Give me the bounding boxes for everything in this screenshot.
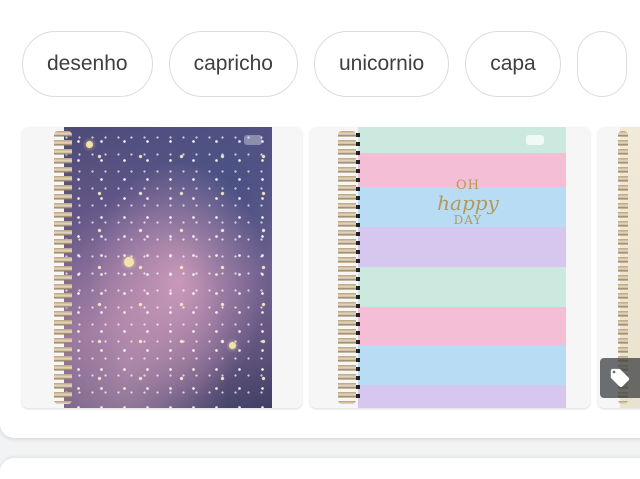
price-tag-icon[interactable] — [600, 358, 640, 398]
chip-capricho[interactable]: capricho — [168, 31, 298, 97]
moon-decoration — [229, 342, 236, 349]
image-results-row: OH happy DAY — [22, 127, 640, 408]
star-pattern — [64, 127, 272, 408]
title-line-2: happy — [437, 190, 499, 215]
page: desenho capricho unicornio capa OH happy — [0, 0, 640, 479]
image-result-galaxy-notebook[interactable] — [22, 127, 302, 408]
spiral-binding — [338, 131, 356, 404]
title-line-3: DAY — [453, 212, 483, 227]
price-tag-icon-glyph — [610, 368, 630, 388]
spiral-binding — [54, 131, 72, 404]
chip-capa[interactable]: capa — [465, 31, 561, 97]
moon-decoration — [124, 257, 134, 267]
pastel-notebook-cover — [358, 127, 566, 408]
related-search-chips: desenho capricho unicornio capa — [22, 31, 627, 97]
next-result-card — [0, 458, 640, 479]
moon-decoration — [86, 141, 93, 148]
image-result-partial[interactable] — [598, 127, 640, 408]
brand-badge — [526, 135, 544, 145]
binding-holes — [356, 133, 360, 402]
chip-unicornio[interactable]: unicornio — [313, 31, 450, 97]
notebook-title: OH happy DAY — [428, 179, 508, 226]
chip-desenho[interactable]: desenho — [22, 31, 153, 97]
brand-badge — [244, 135, 262, 145]
galaxy-notebook-cover — [64, 127, 272, 408]
image-result-pastel-notebook[interactable]: OH happy DAY — [310, 127, 590, 408]
chip-partial[interactable] — [576, 31, 627, 97]
